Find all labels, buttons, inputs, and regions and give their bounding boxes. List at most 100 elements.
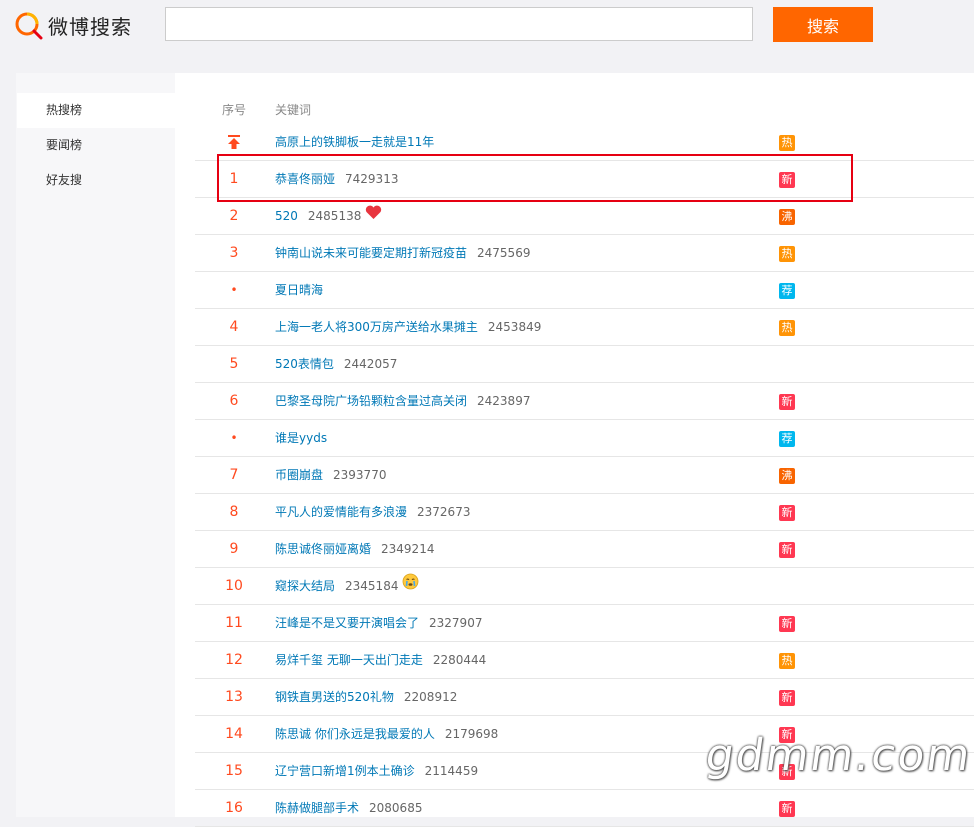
table-row: 8 平凡人的爱情能有多浪漫 2372673 新 (195, 494, 974, 531)
row-keyword: 汪峰是不是又要开演唱会了 (275, 616, 420, 630)
sidebar: 热搜榜 要闻榜 好友搜 (16, 73, 175, 817)
row-keyword-link[interactable]: 上海一老人将300万房产送给水果摊主 2453849 (275, 309, 541, 346)
column-header-keyword: 关键词 (275, 103, 312, 117)
sidebar-item-news[interactable]: 要闻榜 (17, 128, 175, 163)
row-keyword-link[interactable]: 陈赫做腿部手术 2080685 (275, 790, 422, 827)
table-row: 1 恭喜佟丽娅 7429313 新 (195, 161, 974, 198)
watermark: gdmm.com (702, 730, 974, 781)
row-rank: 9 (229, 541, 239, 557)
sidebar-item-hot-search[interactable]: 热搜榜 (17, 93, 175, 128)
row-keyword: 币圈崩盘 (275, 468, 324, 482)
row-keyword: 陈赫做腿部手术 (275, 801, 360, 815)
table-row: 11 汪峰是不是又要开演唱会了 2327907 新 (195, 605, 974, 642)
table-row: 9 陈思诚佟丽娅离婚 2349214 新 (195, 531, 974, 568)
row-count: 2372673 (417, 505, 471, 519)
top-bar: 微博搜索 搜索 (0, 0, 974, 50)
table-row: 7 币圈崩盘 2393770 沸 (195, 457, 974, 494)
row-rank: 11 (225, 615, 243, 631)
heart-icon (365, 198, 382, 235)
table-row: 3 钟南山说未来可能要定期打新冠疫苗 2475569 热 (195, 235, 974, 272)
table-row: 高原上的铁脚板一走就是11年 热 (195, 124, 974, 161)
row-count: 2349214 (381, 542, 435, 556)
row-keyword-link[interactable]: 平凡人的爱情能有多浪漫 2372673 (275, 494, 470, 531)
row-keyword: 陈思诚佟丽娅离婚 (275, 542, 372, 556)
row-keyword-link[interactable]: 520表情包 2442057 (275, 346, 397, 383)
row-count: 2080685 (369, 801, 423, 815)
row-keyword-link[interactable]: 520 2485138 (275, 198, 382, 235)
row-rank: 3 (229, 245, 239, 261)
row-keyword-link[interactable]: 辽宁营口新增1例本土确诊 2114459 (275, 753, 478, 790)
row-tag-badge: 新 (779, 505, 795, 521)
sidebar-item-friends-search[interactable]: 好友搜 (17, 163, 175, 198)
row-count: 2485138 (307, 209, 362, 223)
search-input[interactable] (165, 7, 753, 41)
row-keyword-link[interactable]: 汪峰是不是又要开演唱会了 2327907 (275, 605, 482, 642)
row-keyword-link[interactable]: 陈思诚 你们永远是我最爱的人 2179698 (275, 716, 498, 753)
row-keyword: 恭喜佟丽娅 (275, 172, 336, 186)
row-keyword-link[interactable]: 夏日晴海 (275, 272, 323, 309)
table-row: • 夏日晴海 荐 (195, 272, 974, 309)
pinned-top-icon (195, 124, 273, 161)
row-tag-badge: 新 (779, 172, 795, 188)
row-keyword-link[interactable]: 巴黎圣母院广场铅颗粒含量过高关闭 2423897 (275, 383, 530, 420)
row-keyword-link[interactable]: 易烊千玺 无聊一天出门走走 2280444 (275, 642, 486, 679)
table-row: 2 520 2485138 沸 (195, 198, 974, 235)
table-row: 5 520表情包 2442057 (195, 346, 974, 383)
logo-text: 微博搜索 (48, 14, 132, 39)
row-tag-badge: 新 (779, 616, 795, 632)
row-keyword-link[interactable]: 窥探大结局 2345184 (275, 568, 419, 605)
row-keyword-link[interactable]: 币圈崩盘 2393770 (275, 457, 386, 494)
row-tag-badge: 热 (779, 135, 795, 151)
table-row: 6 巴黎圣母院广场铅颗粒含量过高关闭 2423897 新 (195, 383, 974, 420)
row-rank: 10 (225, 578, 243, 594)
row-keyword: 陈思诚 你们永远是我最爱的人 (275, 727, 435, 741)
table-row: 16 陈赫做腿部手术 2080685 新 (195, 790, 974, 827)
row-keyword: 窥探大结局 (275, 579, 336, 593)
row-keyword: 高原上的铁脚板一走就是11年 (275, 135, 435, 149)
table-row: 13 钢铁直男送的520礼物 2208912 新 (195, 679, 974, 716)
table-row: 10 窥探大结局 2345184 (195, 568, 974, 605)
row-count: 2442057 (343, 357, 398, 371)
row-rank: 7 (229, 467, 239, 483)
search-logo-icon (15, 12, 43, 40)
row-rank: 14 (225, 726, 243, 742)
weibo-search-logo[interactable]: 微博搜索 (14, 8, 132, 42)
row-tag-badge: 热 (779, 246, 795, 262)
row-rank: • (230, 431, 238, 445)
row-rank: 12 (225, 652, 243, 668)
row-rank: 5 (229, 356, 239, 372)
crying-face-icon (402, 568, 419, 605)
row-count: 2345184 (345, 579, 399, 593)
row-keyword: 谁是yyds (275, 431, 328, 445)
row-count: 2423897 (477, 394, 531, 408)
row-count: 2393770 (333, 468, 387, 482)
row-keyword-link[interactable]: 高原上的铁脚板一走就是11年 (275, 124, 434, 161)
row-tag-badge: 荐 (779, 431, 795, 447)
row-rank: 13 (225, 689, 243, 705)
row-keyword: 钢铁直男送的520礼物 (275, 690, 394, 704)
row-tag-badge: 沸 (779, 209, 795, 225)
row-rank: 1 (229, 171, 239, 187)
row-rank: 2 (229, 208, 239, 224)
row-tag-badge: 新 (779, 690, 795, 706)
row-tag-badge: 沸 (779, 468, 795, 484)
row-keyword: 平凡人的爱情能有多浪漫 (275, 505, 408, 519)
row-count: 2453849 (487, 320, 542, 334)
row-count: 2114459 (424, 764, 479, 778)
row-keyword-link[interactable]: 恭喜佟丽娅 7429313 (275, 161, 398, 198)
row-tag-badge: 热 (779, 653, 795, 669)
row-keyword: 夏日晴海 (275, 283, 324, 297)
row-tag-badge: 新 (779, 542, 795, 558)
row-keyword-link[interactable]: 钟南山说未来可能要定期打新冠疫苗 2475569 (275, 235, 530, 272)
row-count: 2475569 (477, 246, 531, 260)
column-header-rank: 序号 (222, 103, 247, 117)
search-button[interactable]: 搜索 (773, 7, 873, 42)
row-tag-badge: 热 (779, 320, 795, 336)
row-rank: 4 (229, 319, 239, 335)
row-rank: 8 (229, 504, 239, 520)
row-keyword-link[interactable]: 谁是yyds (275, 420, 327, 457)
row-keyword-link[interactable]: 钢铁直男送的520礼物 2208912 (275, 679, 457, 716)
row-keyword-link[interactable]: 陈思诚佟丽娅离婚 2349214 (275, 531, 434, 568)
table-row: • 谁是yyds 荐 (195, 420, 974, 457)
row-keyword: 520 (275, 209, 298, 223)
